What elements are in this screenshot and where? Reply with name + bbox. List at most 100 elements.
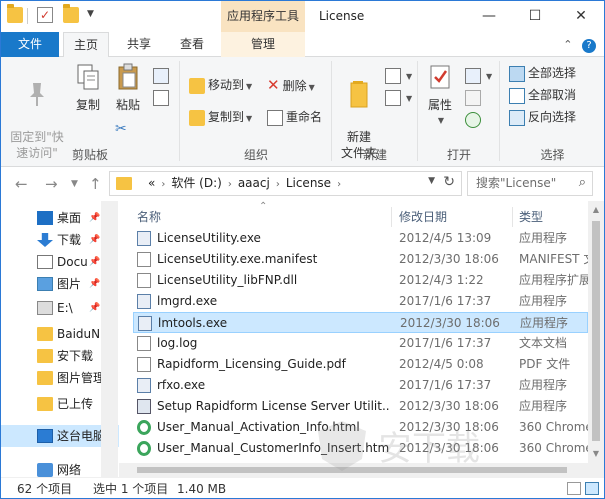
exe-icon (137, 378, 151, 393)
column-type[interactable]: 类型 (519, 207, 543, 227)
invert-selection-button[interactable]: 反向选择 (509, 107, 576, 127)
breadcrumb-license[interactable]: License (286, 176, 331, 190)
chevron-down-icon: ▼ (406, 72, 413, 81)
html-icon (137, 420, 151, 435)
up-button[interactable]: ↑ (89, 175, 102, 193)
back-button[interactable]: ← (15, 175, 28, 193)
close-button[interactable]: ✕ (558, 1, 604, 32)
file-type: MANIFEST 文件 (519, 252, 589, 266)
new-item-button[interactable]: ▼ (385, 65, 412, 85)
breadcrumb-drive[interactable]: 软件 (D:) (171, 176, 221, 190)
select-none-button[interactable]: 全部取消 (509, 85, 576, 105)
column-name[interactable]: 名称 (137, 207, 161, 227)
file-name: rfxo.exe (157, 378, 206, 392)
scroll-thumb[interactable] (137, 467, 567, 473)
explorer-window: ✓ ▼ 应用程序工具 License — ☐ ✕ 文件 主页 共享 查看 管理 … (0, 0, 605, 499)
scroll-thumb[interactable] (592, 221, 600, 441)
rename-icon (267, 109, 283, 126)
tab-file[interactable]: 文件 (1, 32, 59, 57)
open-button[interactable]: ▼ (465, 65, 492, 85)
tab-manage[interactable]: 管理 (221, 32, 305, 57)
file-row[interactable]: lmtools.exe 2012/3/30 18:06 应用程序 (133, 312, 588, 333)
select-none-label: 全部取消 (528, 88, 577, 102)
dll-icon (137, 273, 151, 288)
nav-item-label: 这台电脑 (57, 429, 106, 443)
file-date: 2017/1/6 17:37 (399, 378, 492, 392)
address-bar[interactable]: «› 软件 (D:) › aaacj › License › ▼ ↻ (109, 171, 462, 196)
file-row[interactable]: Setup Rapidform License Server Utilit...… (133, 396, 588, 417)
history-icon (465, 111, 481, 128)
help-icon[interactable]: ? (582, 39, 596, 53)
pin-icon: 📌 (89, 303, 101, 313)
delete-button[interactable]: ✕ 删除 ▼ (267, 75, 315, 95)
file-row[interactable]: LicenseUtility_libFNP.dll 2012/4/3 1:22 应用… (133, 270, 589, 291)
cut-button[interactable]: ✂ (115, 119, 127, 139)
file-row[interactable]: User_Manual_CustomerInfo_Insert.html 2012… (133, 438, 589, 459)
ribbon-collapse-icon[interactable]: ⌃ (563, 38, 572, 51)
file-type: 应用程序 (519, 294, 568, 308)
search-placeholder: 搜索"License" (476, 176, 557, 190)
select-group-label: 选择 (540, 148, 565, 162)
file-icon (137, 252, 151, 267)
file-date: 2017/1/6 17:37 (399, 336, 492, 350)
file-row[interactable]: LicenseUtility.exe.manifest 2012/3/30 18:… (133, 249, 589, 270)
details-view-button[interactable] (567, 482, 581, 495)
paste-button[interactable]: 粘贴 (111, 63, 145, 113)
copy-icon (77, 64, 99, 90)
file-row[interactable]: rfxo.exe 2017/1/6 17:37 应用程序 (133, 375, 588, 396)
file-row[interactable]: lmgrd.exe 2017/1/6 17:37 应用程序 (133, 291, 588, 312)
properties-quick-icon[interactable]: ✓ (37, 7, 53, 23)
recent-locations-icon[interactable]: ▼ (71, 179, 78, 189)
search-box[interactable]: 搜索"License" ⌕ (467, 171, 593, 196)
breadcrumb-aaacj[interactable]: aaacj (238, 176, 270, 190)
select-all-label: 全部选择 (528, 66, 577, 80)
easy-access-button[interactable]: ▼ (385, 87, 412, 107)
large-icons-view-button[interactable] (585, 482, 599, 495)
tab-home[interactable]: 主页 (63, 32, 109, 58)
move-to-button[interactable]: 移动到 ▼ (189, 75, 252, 95)
rename-button[interactable]: 重命名 (267, 107, 322, 127)
file-row[interactable]: Rapidform_Licensing_Guide.pdf 2012/4/5 0:… (133, 354, 588, 375)
divider (331, 61, 332, 161)
file-row[interactable]: LicenseUtility.exe 2012/4/5 13:09 应用程序 (133, 228, 588, 249)
scissors-icon: ✂ (115, 121, 127, 137)
file-type: 360 Chrome (519, 420, 589, 434)
invert-selection-label: 反向选择 (528, 110, 577, 124)
chevron-down-icon[interactable]: ▼ (428, 176, 435, 186)
open-group: 属性 ▼ ▼ 打开 (419, 57, 499, 165)
select-all-button[interactable]: 全部选择 (509, 63, 576, 83)
file-row[interactable]: log.log 2017/1/6 17:37 文本文档 (133, 333, 588, 354)
move-to-icon (189, 77, 205, 94)
new-folder-quick-icon[interactable] (63, 4, 79, 23)
properties-button[interactable]: 属性 ▼ (423, 63, 457, 129)
edit-button[interactable] (465, 87, 484, 107)
copy-to-button[interactable]: 复制到 ▼ (189, 107, 252, 127)
maximize-button[interactable]: ☐ (512, 1, 558, 32)
column-date[interactable]: 修改日期 (399, 207, 447, 227)
file-type: 360 Chrome (519, 441, 589, 455)
chevron-down-icon: ▼ (246, 114, 253, 123)
file-row[interactable]: User_Manual_Activation_Info.html 2012/3/3… (133, 417, 589, 438)
pin-icon: 📌 (89, 257, 101, 267)
search-icon[interactable]: ⌕ (579, 175, 586, 190)
minimize-button[interactable]: — (466, 1, 512, 32)
scroll-down-icon[interactable]: ▼ (588, 449, 604, 458)
scroll-up-icon[interactable]: ▲ (588, 205, 604, 214)
tab-view[interactable]: 查看 (167, 32, 217, 57)
copy-button[interactable]: 复制 (71, 63, 105, 113)
paste-shortcut-button[interactable] (153, 87, 172, 107)
vertical-scrollbar[interactable]: ▲ ▼ (588, 201, 604, 477)
breadcrumb-overflow[interactable]: « (148, 176, 155, 190)
horizontal-scrollbar[interactable] (119, 463, 588, 477)
address-row: ← → ▼ ↑ «› 软件 (D:) › aaacj › License › ▼ ↻ 搜索"… (1, 167, 604, 201)
copy-path-button[interactable] (153, 65, 172, 85)
forward-button[interactable]: → (45, 175, 58, 193)
tab-share[interactable]: 共享 (115, 32, 163, 57)
quick-access-dropdown-icon[interactable]: ▼ (87, 9, 94, 19)
nav-scrollbar[interactable] (101, 201, 118, 477)
file-list: ⌃ 名称 修改日期 类型 LicenseUtility.exe 2012/4/5 … (119, 201, 604, 477)
folder-icon (37, 349, 53, 363)
history-button[interactable] (465, 109, 484, 129)
refresh-icon[interactable]: ↻ (443, 174, 455, 190)
breadcrumb: «› 软件 (D:) › aaacj › License › (148, 176, 342, 190)
